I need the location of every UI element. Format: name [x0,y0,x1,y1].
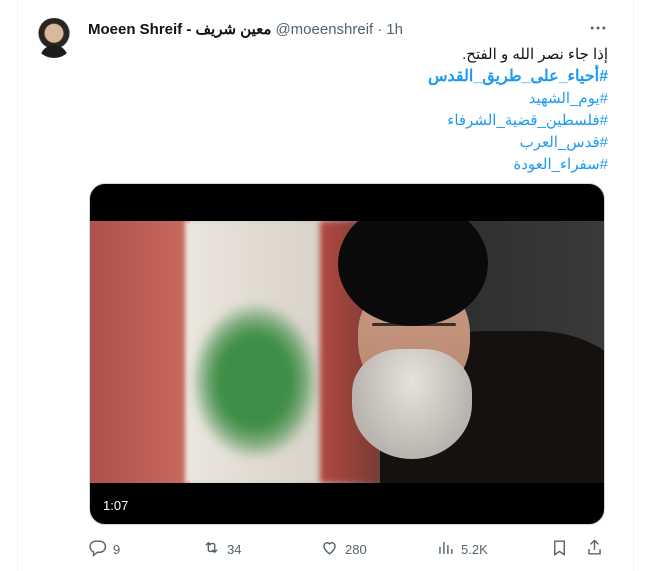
share-icon [585,538,604,560]
reply-count: 9 [113,541,121,557]
video-player[interactable]: 1:07 [89,183,605,525]
tweet-text-line: إذا جاء نصر الله و الفتح. [462,46,608,63]
hashtag-link[interactable]: #فلسطين_قضية_الشرفاء [120,110,608,132]
share-button[interactable] [585,538,604,560]
separator-dot: · [377,20,383,38]
retweet-count: 34 [227,541,242,557]
views-count: 5.2K [461,541,488,557]
tweet-header: Moeen Shreif - معين شريف @moeenshreif · … [88,19,403,39]
hashtag-link[interactable]: #يوم_الشهيد [120,88,608,110]
heart-icon [320,538,339,560]
hashtag-link[interactable]: #أحياء_على_طريق_القدس [120,66,608,88]
reply-button[interactable]: 9 [88,538,120,560]
hashtag-link[interactable]: #سفراء_العودة [120,154,608,176]
video-frame [90,221,604,483]
retweet-button[interactable]: 34 [202,538,241,560]
video-duration-badge: 1:07 [98,497,134,514]
like-count: 280 [345,541,367,557]
views-button[interactable]: 5.2K [436,538,488,560]
tweet-time[interactable]: 1h [386,21,403,38]
reply-icon [88,538,107,560]
avatar[interactable] [34,18,74,58]
author-name[interactable]: Moeen Shreif - معين شريف [88,20,271,38]
hashtag-link[interactable]: #قدس_العرب [120,132,608,154]
author-handle[interactable]: @moeenshreif [275,21,373,38]
action-bar: 9 34 280 5.2K [88,538,608,560]
views-icon [436,538,455,560]
like-button[interactable]: 280 [320,538,367,560]
bookmark-icon [550,538,569,560]
timeline-border-left [17,0,18,571]
more-icon[interactable] [588,18,608,38]
flag-stripe [90,221,190,483]
avatar-shoulders [40,45,68,58]
cedar-emblem [190,301,320,461]
timeline-border-right [633,0,634,571]
bookmark-button[interactable] [550,538,569,560]
retweet-icon [202,538,221,560]
tweet-text: إذا جاء نصر الله و الفتح. #أحياء_على_طري… [120,44,608,176]
person-beard [352,349,472,459]
